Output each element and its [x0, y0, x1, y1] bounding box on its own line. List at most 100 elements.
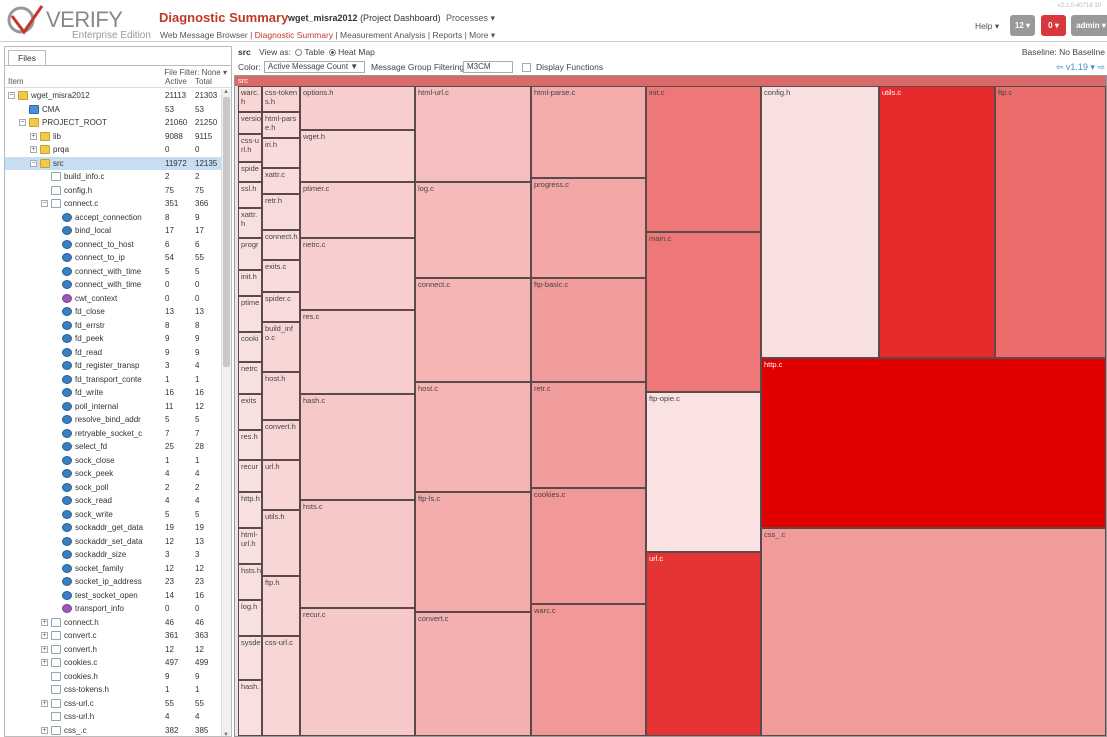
heat-map-cell[interactable]: cookies.c: [531, 488, 646, 604]
heat-map-cell[interactable]: utils.c: [879, 86, 995, 358]
tree-row[interactable]: sock_close 1 1: [5, 454, 221, 467]
heat-map-cell[interactable]: hash.: [238, 680, 262, 736]
heat-map-cell[interactable]: log.h: [238, 600, 262, 636]
expand-icon[interactable]: +: [41, 618, 48, 626]
heat-map-cell[interactable]: ftp.c: [995, 86, 1106, 358]
heat-map-cell[interactable]: warc.h: [238, 86, 262, 112]
heat-map-cell[interactable]: build_info.c: [262, 322, 300, 372]
collapse-icon[interactable]: −: [8, 92, 15, 99]
previous-snapshot-icon[interactable]: ⇦: [1056, 62, 1064, 72]
tree-row[interactable]: CMA 53 53: [5, 103, 221, 116]
expand-icon[interactable]: +: [30, 132, 37, 140]
heat-map-cell[interactable]: xattr.c: [262, 168, 300, 194]
heat-map-cell[interactable]: progress.c: [531, 178, 646, 278]
heat-map-cell[interactable]: wget.h: [300, 130, 415, 182]
tree-row[interactable]: + lib 9088 9115: [5, 130, 221, 143]
heat-map-cell[interactable]: netrc.c: [300, 238, 415, 310]
tree-row[interactable]: fd_write 16 16: [5, 386, 221, 399]
message-group-filter-input[interactable]: M3CM: [463, 61, 513, 73]
tree-row[interactable]: sockaddr_size 3 3: [5, 548, 221, 561]
tree-row[interactable]: − wget_misra2012 21113 21303: [5, 89, 221, 102]
heat-map-cell[interactable]: cooki: [238, 332, 262, 362]
expand-icon[interactable]: +: [30, 146, 37, 153]
heat-map-cell[interactable]: hash.c: [300, 394, 415, 500]
alerts-button[interactable]: 0 ▾: [1041, 15, 1066, 36]
heat-map-cell[interactable]: ftp.h: [262, 576, 300, 636]
tree-row[interactable]: config.h 75 75: [5, 184, 221, 197]
heat-map-cell[interactable]: host.h: [262, 372, 300, 420]
heat-map-cell[interactable]: versio: [238, 112, 262, 134]
tree-row[interactable]: sock_read 4 4: [5, 494, 221, 507]
heat-map-cell[interactable]: retr.c: [531, 382, 646, 488]
view-heatmap-label[interactable]: Heat Map: [338, 47, 375, 57]
color-metric-select[interactable]: Active Message Count ▼: [264, 61, 365, 73]
snapshot-version-select[interactable]: v1.19 ▾: [1066, 62, 1095, 72]
heat-map-cell[interactable]: url.c: [646, 552, 761, 736]
heat-map-cell[interactable]: retr.h: [262, 194, 300, 230]
tree-row[interactable]: fd_register_transp 3 4: [5, 359, 221, 372]
tree-row[interactable]: fd_errstr 8 8: [5, 319, 221, 332]
help-menu[interactable]: Help ▾: [975, 21, 999, 32]
collapse-icon[interactable]: −: [30, 159, 37, 167]
heat-map-cell[interactable]: main.c: [646, 232, 761, 392]
tree-row[interactable]: select_fd 25 28: [5, 440, 221, 453]
heat-map-cell[interactable]: convert.c: [415, 612, 531, 736]
heat-map-cell[interactable]: ftp-basic.c: [531, 278, 646, 382]
tree-row[interactable]: transport_info 0 0: [5, 602, 221, 615]
heat-map-cell[interactable]: sysde: [238, 636, 262, 680]
heat-map-cell[interactable]: ptime: [238, 296, 262, 332]
tree-row[interactable]: accept_connection 8 9: [5, 211, 221, 224]
heat-map-cell[interactable]: log.c: [415, 182, 531, 278]
nav-reports[interactable]: Reports: [432, 30, 462, 40]
heat-map-cell[interactable]: connect.c: [415, 278, 531, 382]
heat-map-cell[interactable]: html-parse.c: [531, 86, 646, 178]
scroll-thumb[interactable]: [223, 97, 230, 367]
heat-map-cell[interactable]: recur.c: [300, 608, 415, 736]
heat-map-cell[interactable]: options.h: [300, 86, 415, 130]
tree-row[interactable]: bind_local 17 17: [5, 224, 221, 237]
heat-map-cell[interactable]: host.c: [415, 382, 531, 492]
nav-diagnostic-summary[interactable]: Diagnostic Summary: [255, 30, 333, 40]
nav-more[interactable]: More ▾: [469, 30, 495, 40]
tree-row[interactable]: sock_peek 4 4: [5, 467, 221, 480]
heat-map-cell[interactable]: css-url.h: [238, 134, 262, 162]
column-item[interactable]: Item: [8, 77, 24, 86]
tab-files[interactable]: Files: [8, 50, 46, 65]
heat-map-cell[interactable]: config.h: [761, 86, 879, 358]
view-heatmap-radio[interactable]: [329, 49, 337, 57]
scroll-up-arrow-icon[interactable]: ▲: [223, 89, 229, 95]
heat-map-cell[interactable]: http.c: [761, 358, 1106, 528]
tree-row[interactable]: fd_transport_conte 1 1: [5, 373, 221, 386]
heat-map-cell[interactable]: css_.c: [761, 528, 1106, 736]
tree-row[interactable]: fd_peek 9 9: [5, 332, 221, 345]
collapse-icon[interactable]: −: [19, 119, 26, 126]
heat-map-cell[interactable]: ftp-ls.c: [415, 492, 531, 612]
heat-map-cell[interactable]: progr: [238, 238, 262, 270]
view-table-radio[interactable]: [295, 49, 303, 57]
tree-row[interactable]: sock_poll 2 2: [5, 481, 221, 494]
nav-measurement-analysis[interactable]: Measurement Analysis: [340, 30, 426, 40]
tree-row[interactable]: build_info.c 2 2: [5, 170, 221, 183]
heat-map-cell[interactable]: init.c: [646, 86, 761, 232]
tree-row[interactable]: test_socket_open 14 16: [5, 589, 221, 602]
expand-icon[interactable]: +: [41, 645, 48, 653]
heat-map-cell[interactable]: html-url.c: [415, 86, 531, 182]
expand-icon[interactable]: +: [41, 659, 48, 666]
tree-row[interactable]: retryable_socket_c 7 7: [5, 427, 221, 440]
heat-map-cell[interactable]: exits: [238, 394, 262, 430]
tree-row[interactable]: connect_with_time 0 0: [5, 278, 221, 291]
column-active[interactable]: Active: [165, 77, 187, 86]
heat-map-cell[interactable]: css-url.c: [262, 636, 300, 736]
tree-row[interactable]: fd_read 9 9: [5, 346, 221, 359]
tree-row[interactable]: css-url.h 4 4: [5, 710, 221, 723]
heat-map-cell[interactable]: res.h: [238, 430, 262, 460]
display-functions-label[interactable]: Display Functions: [536, 60, 603, 74]
tree-row[interactable]: cookies.h 9 9: [5, 670, 221, 683]
tree-row[interactable]: sockaddr_set_data 12 13: [5, 535, 221, 548]
expand-icon[interactable]: +: [41, 632, 48, 639]
tree-row[interactable]: resolve_bind_addr 5 5: [5, 413, 221, 426]
heat-map-cell[interactable]: res.c: [300, 310, 415, 394]
tree-row[interactable]: connect_to_ip 54 55: [5, 251, 221, 264]
tree-row[interactable]: socket_family 12 12: [5, 562, 221, 575]
tree-scrollbar[interactable]: ▲ ▼: [221, 89, 231, 736]
